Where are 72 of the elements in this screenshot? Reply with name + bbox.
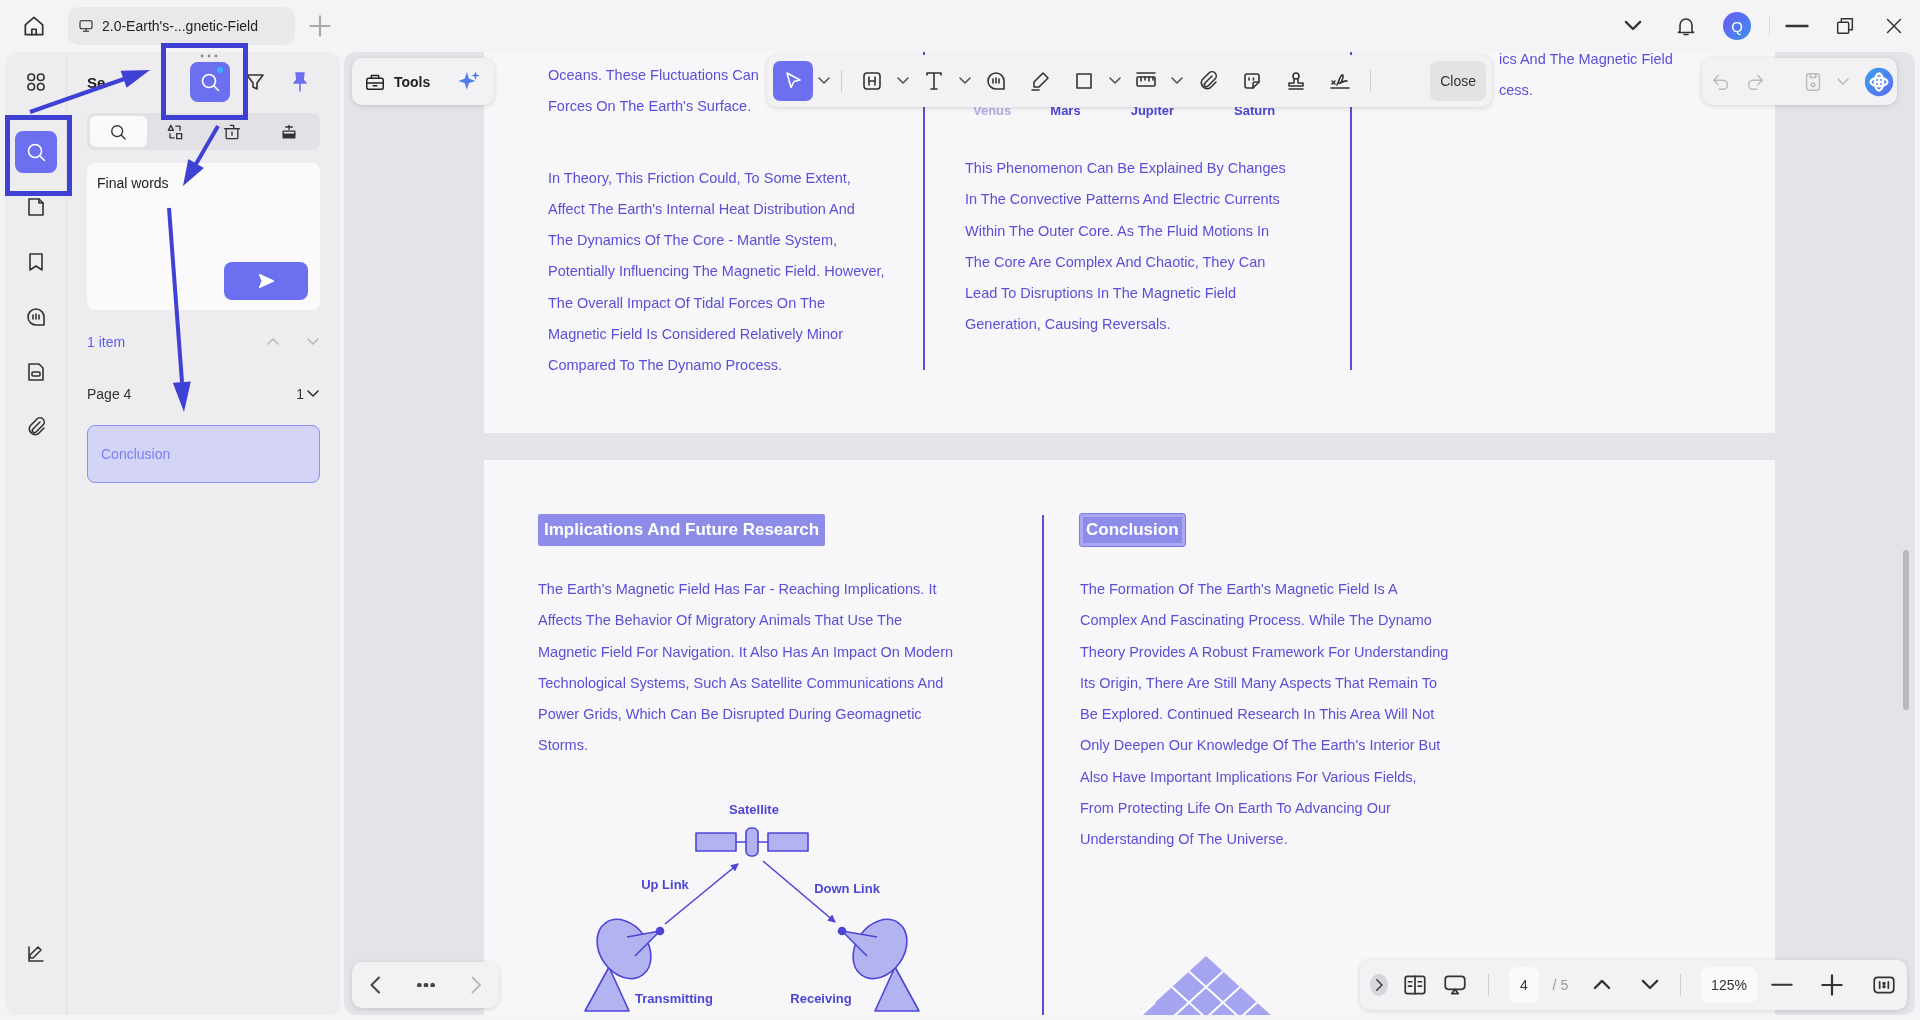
restore-button[interactable] <box>1834 15 1856 37</box>
zoom-out-button[interactable] <box>1771 982 1793 988</box>
zoom-in-button[interactable] <box>1821 974 1843 996</box>
search-sidebar-button[interactable] <box>14 131 57 173</box>
chevron-left-icon <box>369 975 382 995</box>
page-layout-button[interactable] <box>1402 972 1429 998</box>
diagram-label: Satellite <box>729 801 779 817</box>
diagram-label: Down Link <box>814 880 880 896</box>
expand-button[interactable] <box>1370 974 1389 996</box>
tool-menu-caret[interactable] <box>1170 76 1184 86</box>
chevron-down-icon <box>306 337 320 347</box>
cursor-tool-button[interactable] <box>773 61 813 101</box>
chart-label: Mars <box>1050 103 1081 120</box>
chart-label: Jupiter <box>1130 103 1174 120</box>
search-mode-tab[interactable] <box>90 116 147 147</box>
scrollbar-thumb[interactable] <box>1903 550 1909 710</box>
document-tab[interactable]: 2.0-Earth's-...gnetic-Field <box>68 7 295 45</box>
paragraph: This Phenomenon Can Be Explained By Changes In The Convective Patterns And Electric Currents Within The Outer Core. As The Fluid Motions In The Core Are Complex And Chaotic, They Can Lead To Disruptions In The Magnetic Field Generation, Causing Reversals. <box>965 159 1286 335</box>
result-count: 1 item <box>87 334 126 350</box>
page-group-toggle[interactable]: 1 <box>296 386 320 402</box>
zoom-field[interactable]: 125% <box>1701 967 1757 1003</box>
restore-icon <box>1834 15 1856 37</box>
minimize-button[interactable] <box>1785 23 1809 29</box>
caret-icon <box>817 76 831 86</box>
user-avatar[interactable]: Q <box>1723 12 1751 40</box>
tool-menu-caret[interactable] <box>896 76 910 86</box>
previous-button[interactable] <box>369 975 382 995</box>
tool-menu-caret[interactable] <box>1108 76 1122 86</box>
minimize-icon <box>1785 23 1809 29</box>
diagram-label: Transmitting <box>635 990 713 1006</box>
paragraph: The Formation Of The Earth's Magnetic Field Is A Complex And Fascinating Process. While The Dynamo Theory Provides A Robust Framework For Understanding Its Origin, There Are Still Many Aspects That Remain To Be Explored. Continued Research In This Area Will Not Only Deepen Our Knowledge Of The Earth's Interior But Also Have Important Implications For Various Fields, From Protecting Life On Earth To Advancing Our Understanding Of The Universe. <box>1080 580 1449 850</box>
more-button[interactable] <box>415 982 436 988</box>
diagram-label: Receiving <box>790 990 852 1006</box>
tool-menu-caret[interactable] <box>958 76 972 86</box>
tool-menu-caret[interactable] <box>817 76 831 86</box>
chevron-right-icon <box>1374 978 1384 992</box>
close-toolbar-button[interactable]: Close <box>1430 61 1486 101</box>
heading-icon <box>860 69 884 93</box>
minus-icon <box>1771 982 1793 988</box>
drag-handle-icon <box>200 54 218 58</box>
section-heading: Implications And Future Research <box>538 514 826 546</box>
chevron-right-icon <box>469 975 482 995</box>
caret-icon <box>896 76 910 86</box>
search-send-button[interactable] <box>224 262 308 300</box>
plus-icon <box>309 15 331 37</box>
more-icon <box>415 982 436 988</box>
chevron-up-icon <box>266 337 280 347</box>
page-group-label: Page 4 <box>87 386 132 402</box>
caret-icon <box>1836 76 1850 87</box>
page-total: / 5 <box>1552 977 1569 993</box>
caret-icon <box>1170 76 1184 86</box>
paragraph: ics And The Magnetic Field cess. <box>1499 52 1673 101</box>
book-icon <box>1402 972 1429 998</box>
plus-icon <box>1821 974 1843 996</box>
caret-icon <box>958 76 972 86</box>
paragraph: The Earth's Magnetic Field Has Far - Reaching Implications. It Affects The Behavior Of Migratory Animals That Use The Magnetic Field For Navigation. It Also Has An Impact On Modern Technological Systems, Such As Satellite Communications And Power Grids, Which Can Be Disrupted During Geomagnetic Storms. <box>538 580 954 756</box>
annotation-arrow <box>183 125 220 186</box>
chevron-icon <box>306 389 320 399</box>
monitor-icon <box>78 18 94 34</box>
section-heading: Conclusion <box>1080 514 1185 546</box>
screen-icon <box>1442 972 1469 998</box>
page-number-field[interactable]: 4 <box>1508 967 1539 1003</box>
chart-label: Venus <box>973 103 1012 120</box>
paragraph: Oceans. These Fluctuations Can Forces On The Earth's Surface. <box>548 66 759 117</box>
comment-bubble-icon <box>984 69 1008 93</box>
caret-icon <box>1108 76 1122 86</box>
chart-label: Saturn <box>1234 103 1276 120</box>
paragraph: In Theory, This Friction Could, To Some Extent, Affect The Earth's Internal Heat Distribution And The Dynamics Of The Core - Mantle System, Potentially Influencing The Magnetic Field. However, The Overall Impact Of Tidal Forces On The Magnetic Field Is Considered Relatively Minor Compared To The Dynamo Process. <box>548 168 885 376</box>
search-button[interactable] <box>190 62 230 102</box>
pen-icon <box>1028 69 1052 93</box>
diagram-label: Up Link <box>641 876 689 892</box>
present-button[interactable] <box>1442 972 1469 998</box>
